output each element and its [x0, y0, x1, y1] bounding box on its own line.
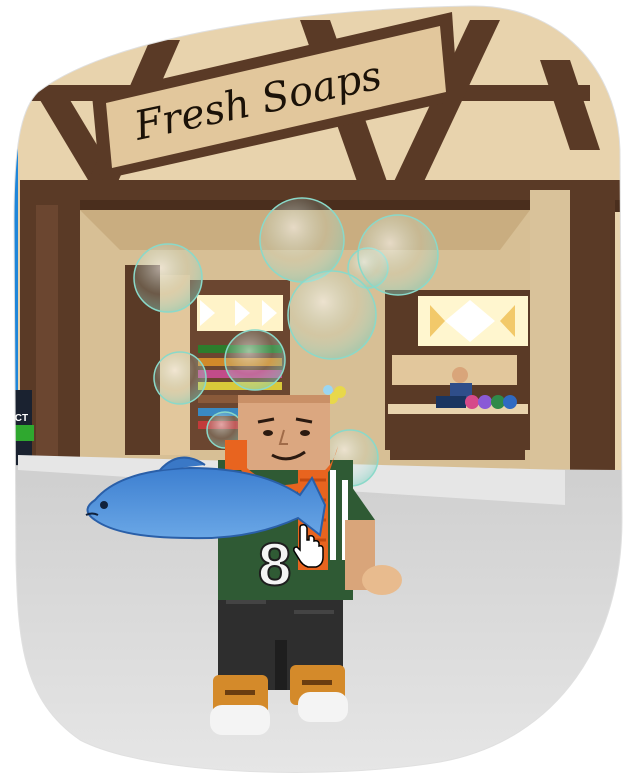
bubble: [133, 243, 203, 313]
avatar-head: [238, 395, 330, 470]
side-sign-line2: 0: [8, 429, 14, 440]
jersey-number: 8: [258, 531, 291, 598]
bubble: [259, 197, 345, 283]
game-viewport[interactable]: Fresh Soaps LECT 0 8: [0, 0, 625, 776]
bubble: [224, 329, 286, 391]
bubble: [153, 351, 207, 405]
fish-eye: [100, 501, 108, 509]
bubble: [287, 270, 377, 360]
bubble: [357, 214, 439, 296]
avatar-hand: [362, 565, 402, 595]
